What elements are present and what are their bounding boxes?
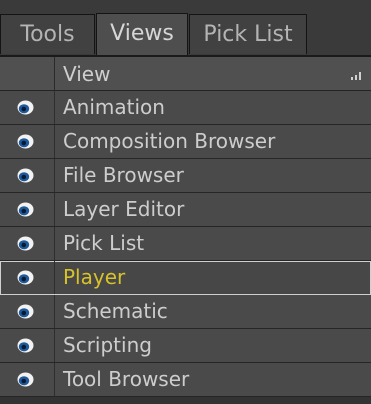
list-item[interactable]: Pick List [0, 227, 371, 261]
list-item[interactable]: Tool Browser [0, 363, 371, 397]
visibility-toggle[interactable] [0, 125, 55, 158]
list-item[interactable]: Composition Browser [0, 125, 371, 159]
list-item-label: Layer Editor [63, 197, 185, 221]
list-item[interactable]: Player [0, 261, 371, 295]
visibility-toggle[interactable] [0, 159, 55, 192]
list-item-label: Composition Browser [63, 129, 276, 153]
list-item-label: Scripting [63, 333, 152, 357]
tab-bar: Tools Views Pick List [0, 0, 371, 56]
eye-icon [17, 134, 34, 149]
sort-icon[interactable] [351, 70, 363, 80]
list-item[interactable]: Animation [0, 91, 371, 125]
visibility-toggle[interactable] [0, 261, 55, 294]
eye-icon [17, 202, 34, 217]
list-item-label: Player [63, 265, 126, 289]
visibility-toggle[interactable] [0, 363, 55, 396]
view-column-header[interactable]: View [63, 57, 110, 91]
tab-pick-list[interactable]: Pick List [189, 14, 307, 54]
eye-icon [17, 236, 34, 251]
tab-views[interactable]: Views [96, 13, 188, 55]
list-item[interactable]: Layer Editor [0, 193, 371, 227]
list-rows: Animation Composition Browser File Browser… [0, 91, 371, 397]
view-list: View Animation Composition Browser File Br… [0, 57, 371, 397]
visibility-toggle[interactable] [0, 91, 55, 124]
list-item[interactable]: File Browser [0, 159, 371, 193]
list-item-label: Schematic [63, 299, 168, 323]
list-item[interactable]: Scripting [0, 329, 371, 363]
eye-icon [17, 304, 34, 319]
visibility-toggle[interactable] [0, 295, 55, 328]
list-item-label: Pick List [63, 231, 145, 255]
list-item-label: Animation [63, 95, 165, 119]
tab-tools[interactable]: Tools [0, 14, 95, 54]
eye-icon [17, 100, 34, 115]
list-item-label: Tool Browser [63, 367, 190, 391]
visibility-toggle[interactable] [0, 329, 55, 362]
eye-icon [17, 338, 34, 353]
eye-icon [17, 168, 34, 183]
visibility-toggle[interactable] [0, 193, 55, 226]
list-header: View [0, 57, 371, 91]
eye-icon [17, 372, 34, 387]
visibility-toggle[interactable] [0, 227, 55, 260]
eye-icon [17, 270, 34, 285]
icon-column-header[interactable] [0, 57, 55, 91]
list-item-label: File Browser [63, 163, 184, 187]
list-item[interactable]: Schematic [0, 295, 371, 329]
